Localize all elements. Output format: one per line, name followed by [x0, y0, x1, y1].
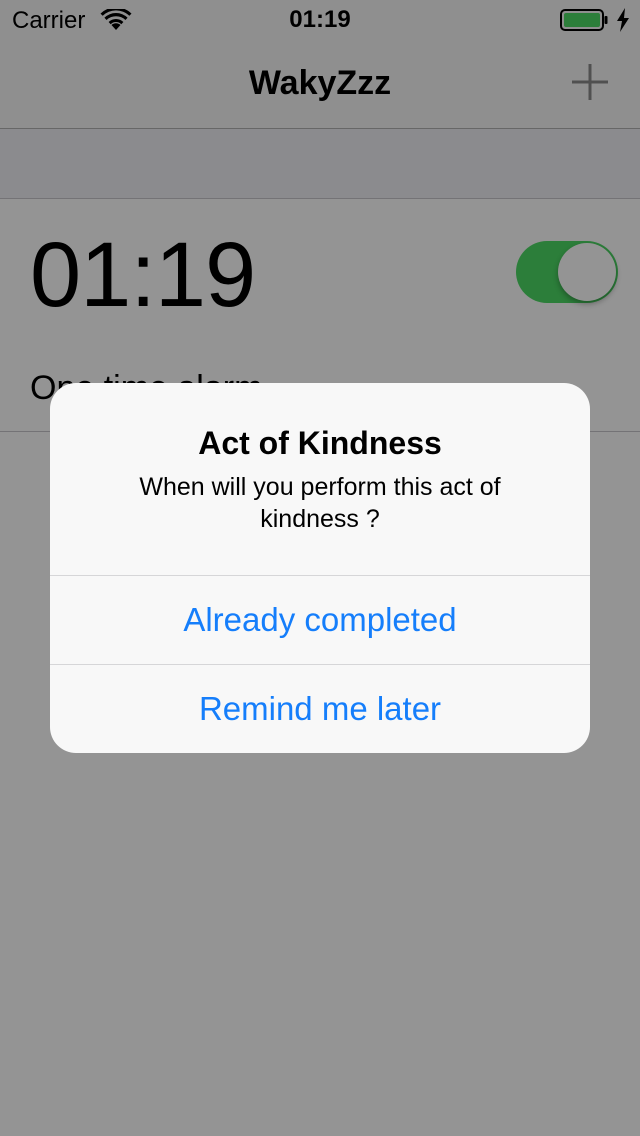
- alert-message: When will you perform this act of kindne…: [139, 473, 501, 533]
- screen: Carrier 01:19 WakyZzz 01:19 Act of Kindn…: [0, 0, 640, 1136]
- alert-title: Act of Kindness: [198, 425, 442, 461]
- remind-me-later-button[interactable]: Remind me later: [50, 664, 590, 753]
- already-completed-button[interactable]: Already completed: [50, 575, 590, 664]
- act-of-kindness-alert: Act of Kindness When will you perform th…: [50, 383, 590, 753]
